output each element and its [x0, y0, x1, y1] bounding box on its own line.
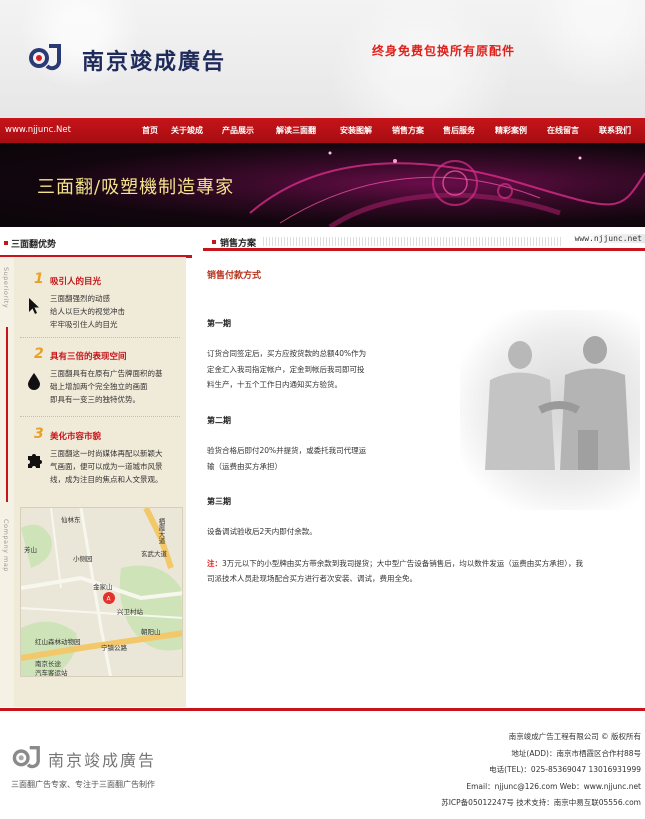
- map-label: 芳山: [24, 546, 37, 554]
- company-location-map[interactable]: A 仙林东 芳山 小侧园 金家山 兴卫村站 朝阳山 红山森林动物园 宁镇公路 南…: [20, 507, 183, 677]
- advantage-item: 1 吸引人的目光 三面翻强烈的动感 给人以巨大的视觉冲击 牢牢吸引住人的目光: [20, 271, 180, 338]
- dotted-divider: [20, 416, 180, 417]
- vertical-strip: Superiority Company map: [0, 257, 14, 707]
- note-line: 3万元以下的小型牌由买方带余款到我司提货；大中型广告设备销售后，均以数件发运（运…: [222, 559, 584, 568]
- advantage-line: 即具有一变三的独特优势。: [50, 395, 140, 404]
- map-label: 栖霞大道: [157, 518, 165, 544]
- left-column: 三面翻优势 Superiority Company map 1 吸引人的目光 三…: [0, 227, 192, 707]
- footer-address: 地址(ADD)：南京市栖霞区合作村88号: [511, 748, 641, 758]
- brand-name: 南京竣成廣告: [82, 49, 227, 75]
- map-label: 兴卫村站: [117, 608, 143, 616]
- map-label: 仙林东: [61, 516, 81, 524]
- nav-item[interactable]: 联系我们: [599, 125, 631, 136]
- left-section-header: 三面翻优势: [0, 233, 192, 258]
- footer-icp-support[interactable]: 苏ICP备05012247号 技术支持：南京中易互联05556.com: [441, 795, 641, 812]
- nav-item[interactable]: 售后服务: [443, 125, 475, 136]
- advantage-body: 三面翻具有在原有广告牌面积的基 础上增加两个完全独立的画面 即具有一变三的独特优…: [50, 367, 180, 406]
- content-title: 销售付款方式: [207, 271, 262, 281]
- phase-line: 验货合格后即付20%并提货，或委托我司代理运: [207, 446, 367, 455]
- advantage-line: 三面翻这一时尚媒体再配以新颖大: [50, 449, 163, 458]
- phase-text: 订货合同签定后，买方应按货款的总额40%作为 定金汇入我司指定帐户，定金到帐后我…: [207, 346, 387, 393]
- phase-line: 订货合同签定后，买方应按货款的总额40%作为: [207, 349, 367, 358]
- footer-contact-links[interactable]: Email：njjunc@126.com Web：www.njjunc.net: [441, 779, 641, 796]
- advantage-heading: 具有三倍的表现空间: [50, 352, 127, 362]
- banner-title: 三面翻/吸塑機制造專家: [37, 177, 235, 198]
- footer-logo-icon: [12, 745, 40, 769]
- phase-label: 第二期: [207, 416, 231, 425]
- note-label: 注：: [207, 559, 222, 568]
- nav-item[interactable]: 精彩案例: [495, 125, 527, 136]
- bullet-icon: [4, 241, 8, 245]
- advantage-line: 三面翻具有在原有广告牌面积的基: [50, 369, 163, 378]
- nav-item[interactable]: 产品展示: [222, 125, 254, 136]
- advantage-line: 气画面，便可以成为一道城市风景: [50, 462, 163, 471]
- advantage-line: 线，成为注目的焦点和人文景观。: [50, 475, 163, 484]
- phase-text: 设备调试验收后2天内即付余款。: [207, 524, 387, 540]
- map-label: 玄武大道: [141, 550, 167, 558]
- cursor-icon: [29, 298, 39, 314]
- right-section-header: 销售方案 www.njjunc.net: [203, 233, 645, 253]
- footer-copyright: 南京竣成广告工程有限公司 © 版权所有: [508, 732, 641, 741]
- site-url-tag: www.njjunc.net: [571, 234, 645, 243]
- phase-line: 输（运费由买方承担）: [207, 461, 282, 471]
- nav-item[interactable]: 安装图解: [340, 125, 372, 136]
- main-nav: www.njjunc.Net 首页 关于竣成 产品展示 解读三面翻 安装图解 销售方案 售后…: [0, 118, 645, 143]
- nav-item[interactable]: 销售方案: [392, 125, 424, 136]
- advantage-heading: 美化市容市貌: [50, 432, 102, 442]
- header-slogan: 终身免费包换所有原配件: [372, 44, 516, 58]
- advantage-line: 牢牢吸引住人的目光: [50, 320, 118, 329]
- advantage-number: 1: [34, 271, 44, 287]
- map-label: 汽车客运站: [35, 669, 68, 677]
- bullet-icon: [212, 240, 216, 244]
- drop-icon: [28, 373, 40, 390]
- advantage-line: 础上增加两个完全独立的画面: [50, 382, 148, 391]
- nav-item[interactable]: 解读三面翻: [276, 125, 316, 136]
- map-label: 朝阳山: [141, 628, 161, 636]
- site-header: 南京竣成廣告 终身免费包换所有原配件: [0, 0, 645, 118]
- map-label: 宁镇公路: [101, 644, 127, 652]
- phase-line: 定金汇入我司指定帐户，定金到帐后我司即可投: [207, 364, 365, 374]
- advantage-item: 2 具有三倍的表现空间 三面翻具有在原有广告牌面积的基 础上增加两个完全独立的画…: [20, 346, 180, 417]
- advantage-number: 3: [34, 426, 44, 442]
- hero-banner: 三面翻/吸塑機制造專家: [0, 143, 645, 227]
- nav-item[interactable]: 在线留言: [547, 125, 579, 136]
- superiority-vertical-label: Superiority: [2, 267, 10, 309]
- advantage-body: 三面翻强烈的动感 给人以巨大的视觉冲击 牢牢吸引住人的目光: [50, 292, 180, 331]
- handshake-illustration: [485, 336, 630, 470]
- header-hatch-decoration: [263, 237, 563, 246]
- advantage-body: 三面翻这一时尚媒体再配以新颖大 气画面，便可以成为一道城市风景 线，成为注目的焦…: [50, 447, 180, 486]
- footer-phone: 电话(TEL)：025-85369047 13016931999: [489, 765, 641, 774]
- handshake-photo: [460, 310, 640, 510]
- advantage-number: 2: [34, 346, 44, 362]
- sales-note: 注：3万元以下的小型牌由买方带余款到我司提货；大中型广告设备销售后，均以数件发运…: [207, 556, 639, 586]
- advantage-line: 三面翻强烈的动感: [50, 294, 110, 303]
- company-map-vertical-label: Company map: [2, 519, 10, 572]
- puzzle-icon: [28, 454, 42, 468]
- divider: [203, 248, 645, 251]
- strip-accent-line: [6, 327, 8, 502]
- map-label: 红山森林动物园: [35, 638, 81, 646]
- nav-item[interactable]: 关于竣成: [171, 125, 203, 136]
- dotted-divider: [20, 337, 180, 338]
- map-label: 小侧园: [73, 555, 93, 563]
- phase-line: 料生产，十五个工作日内通知买方验货。: [207, 380, 342, 389]
- map-label: 金家山: [93, 583, 113, 591]
- company-logo-icon[interactable]: [27, 43, 67, 71]
- advantage-line: 给人以巨大的视觉冲击: [50, 307, 125, 316]
- phase-text: 验货合格后即付20%并提货，或委托我司代理运 输（运费由买方承担）: [207, 443, 387, 474]
- advantage-heading: 吸引人的目光: [50, 277, 102, 287]
- left-section-title: 三面翻优势: [11, 240, 57, 250]
- note-line: 司派技术人员赴现场配合买方进行者次安装、调试，费用全免。: [207, 574, 417, 583]
- site-url[interactable]: www.njjunc.Net: [5, 125, 71, 135]
- footer-tagline: 三面翻广告专家、专注于三面翻广告制作: [11, 780, 155, 789]
- site-footer: 南京竣成廣告 三面翻广告专家、专注于三面翻广告制作 南京竣成广告工程有限公司 ©…: [0, 711, 645, 819]
- phase-label: 第三期: [207, 497, 231, 506]
- nav-item[interactable]: 首页: [142, 125, 158, 136]
- advantage-item: 3 美化市容市貌 三面翻这一时尚媒体再配以新颖大 气画面，便可以成为一道城市风景…: [20, 426, 180, 486]
- footer-brand: 南京竣成廣告: [48, 751, 157, 770]
- footer-info: 南京竣成广告工程有限公司 © 版权所有 地址(ADD)：南京市栖霞区合作村88号…: [441, 729, 641, 812]
- phase-line: 设备调试验收后2天内即付余款。: [207, 527, 317, 536]
- phase-label: 第一期: [207, 319, 231, 328]
